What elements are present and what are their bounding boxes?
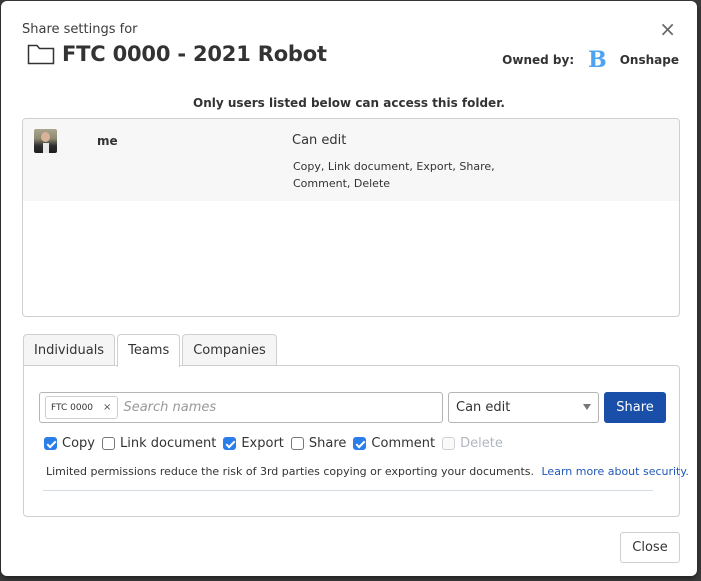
share-settings-dialog: Share settings for FTC 0000 - 2021 Robot… bbox=[1, 1, 697, 576]
divider bbox=[43, 490, 653, 491]
user-name: me bbox=[97, 134, 118, 148]
checkbox-delete: Delete bbox=[442, 436, 503, 451]
user-list: me Can edit Copy, Link document, Export,… bbox=[22, 118, 680, 317]
dialog-title-row: FTC 0000 - 2021 Robot bbox=[27, 42, 327, 66]
permission-select-value: Can edit bbox=[456, 400, 511, 415]
permission-select[interactable]: Can edit bbox=[448, 392, 599, 423]
checkbox-link-document-box[interactable] bbox=[101, 437, 115, 450]
user-permission-details: Copy, Link document, Export, Share, Comm… bbox=[293, 160, 495, 190]
close-button[interactable]: Close bbox=[620, 532, 680, 563]
checkbox-comment[interactable]: Comment bbox=[353, 436, 435, 451]
checkbox-share[interactable]: Share bbox=[290, 436, 347, 451]
dialog-subtitle: Share settings for bbox=[22, 22, 138, 37]
checkbox-comment-box[interactable] bbox=[353, 437, 367, 450]
learn-more-security-link[interactable]: Learn more about security. bbox=[542, 465, 689, 478]
checkbox-copy[interactable]: Copy bbox=[44, 436, 95, 451]
checkbox-share-box[interactable] bbox=[290, 437, 304, 450]
checkbox-link-document[interactable]: Link document bbox=[101, 436, 217, 451]
checkbox-share-label: Share bbox=[308, 436, 347, 451]
share-button[interactable]: Share bbox=[604, 392, 666, 423]
access-notice: Only users listed below can access this … bbox=[193, 96, 505, 110]
close-icon[interactable]: × bbox=[659, 19, 676, 39]
folder-icon bbox=[27, 43, 55, 65]
owner-name: Onshape bbox=[619, 53, 679, 67]
checkbox-copy-box[interactable] bbox=[44, 437, 57, 450]
checkbox-export[interactable]: Export bbox=[223, 436, 284, 451]
checkbox-export-label: Export bbox=[241, 436, 284, 451]
chevron-down-icon bbox=[583, 404, 591, 410]
user-row[interactable]: me Can edit Copy, Link document, Export,… bbox=[23, 119, 679, 201]
team-chip: FTC 0000 × bbox=[45, 396, 119, 419]
owner-info: Owned by: B Onshape bbox=[502, 49, 679, 71]
tab-teams[interactable]: Teams bbox=[117, 334, 181, 367]
checkbox-export-box[interactable] bbox=[223, 437, 237, 450]
checkbox-link-document-label: Link document bbox=[119, 436, 217, 451]
avatar bbox=[34, 129, 57, 153]
permission-checkboxes: Copy Link document Export Share Comment … bbox=[44, 436, 510, 451]
share-tabs: Individuals Teams Companies bbox=[23, 334, 279, 367]
checkbox-comment-label: Comment bbox=[371, 436, 436, 451]
tab-individuals[interactable]: Individuals bbox=[23, 334, 116, 366]
dialog-title: FTC 0000 - 2021 Robot bbox=[62, 42, 327, 66]
checkbox-copy-label: Copy bbox=[62, 436, 95, 451]
remove-chip-icon[interactable]: × bbox=[103, 402, 111, 413]
search-input[interactable] bbox=[123, 400, 424, 415]
owner-logo-icon: B bbox=[588, 47, 607, 73]
user-permission[interactable]: Can edit bbox=[292, 133, 346, 148]
security-info-text: Limited permissions reduce the risk of 3… bbox=[46, 465, 534, 478]
team-search-box[interactable]: FTC 0000 × bbox=[39, 392, 443, 423]
owner-label: Owned by: bbox=[502, 53, 575, 67]
security-info: Limited permissions reduce the risk of 3… bbox=[46, 465, 689, 478]
checkbox-delete-box bbox=[442, 437, 456, 450]
tab-companies[interactable]: Companies bbox=[182, 334, 277, 366]
checkbox-delete-label: Delete bbox=[460, 436, 503, 451]
team-chip-label: FTC 0000 bbox=[51, 402, 94, 413]
teams-panel: FTC 0000 × Can edit Share Copy Link docu… bbox=[23, 365, 689, 517]
